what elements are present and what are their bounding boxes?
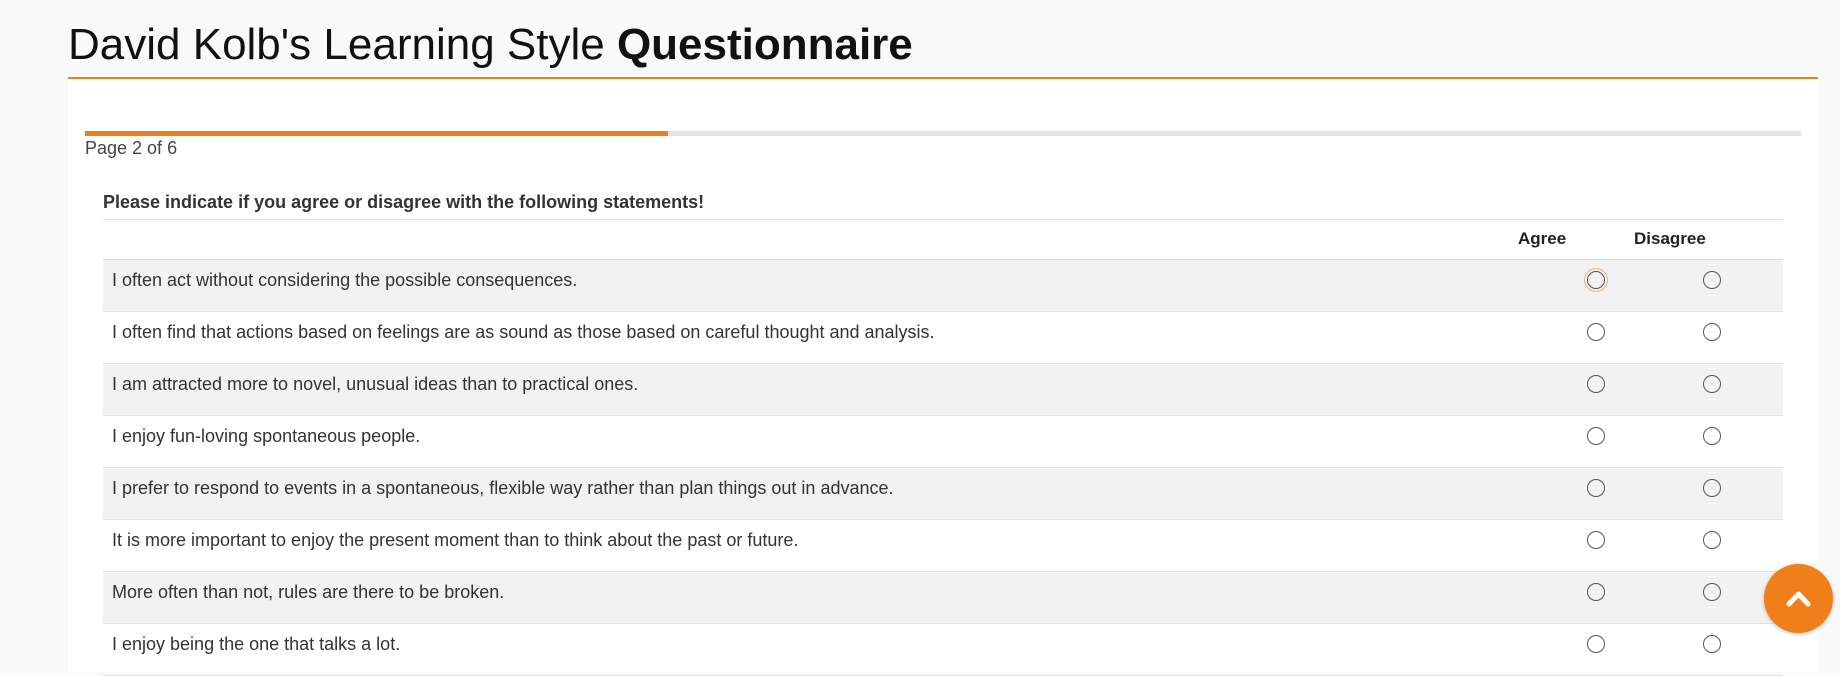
instructions: Please indicate if you agree or disagree…	[103, 185, 1783, 220]
question-text: More often than not, rules are there to …	[112, 582, 505, 602]
question-row: More often than not, rules are there to …	[103, 572, 1783, 624]
disagree-radio[interactable]	[1703, 323, 1721, 341]
agree-radio[interactable]	[1587, 635, 1605, 653]
question-row: I prefer to respond to events in a spont…	[103, 468, 1783, 520]
question-row: I enjoy being the one that talks a lot.	[103, 624, 1783, 676]
question-row: I enjoy fun-loving spontaneous people.	[103, 416, 1783, 468]
question-text: I often find that actions based on feeli…	[112, 322, 935, 342]
question-text: I often act without considering the poss…	[112, 270, 578, 290]
page-title-regular: David Kolb's Learning Style	[68, 20, 605, 69]
column-header-row: Agree Disagree	[103, 220, 1783, 260]
page-header: David Kolb's Learning Style Questionnair…	[68, 0, 1818, 79]
question-row: It is more important to enjoy the presen…	[103, 520, 1783, 572]
question-text: I prefer to respond to events in a spont…	[112, 478, 894, 498]
page-title: David Kolb's Learning Style Questionnair…	[68, 19, 913, 71]
agree-radio[interactable]	[1587, 531, 1605, 549]
question-text: I am attracted more to novel, unusual id…	[112, 374, 639, 394]
question-text: I enjoy fun-loving spontaneous people.	[112, 426, 421, 446]
disagree-radio[interactable]	[1703, 271, 1721, 289]
agree-radio[interactable]	[1584, 268, 1608, 292]
scroll-to-top-button[interactable]	[1764, 564, 1833, 633]
agree-radio[interactable]	[1587, 427, 1605, 445]
progress-fill	[85, 131, 669, 136]
disagree-radio[interactable]	[1703, 583, 1721, 601]
column-header-disagree: Disagree	[1634, 229, 1706, 248]
disagree-radio[interactable]	[1703, 479, 1721, 497]
question-text: I enjoy being the one that talks a lot.	[112, 634, 401, 654]
question-matrix: Please indicate if you agree or disagree…	[103, 185, 1783, 676]
chevron-up-icon	[1786, 591, 1811, 607]
question-row: I often find that actions based on feeli…	[103, 312, 1783, 364]
question-text: It is more important to enjoy the presen…	[112, 530, 799, 550]
agree-radio[interactable]	[1587, 323, 1605, 341]
disagree-radio[interactable]	[1703, 635, 1721, 653]
progress-bar	[85, 131, 1801, 136]
column-header-agree: Agree	[1518, 229, 1567, 248]
page-title-bold: Questionnaire	[616, 20, 913, 69]
agree-radio[interactable]	[1587, 583, 1605, 601]
agree-radio[interactable]	[1587, 375, 1605, 393]
questionnaire-panel: Page 2 of 6 Please indicate if you agree…	[68, 79, 1818, 676]
agree-radio[interactable]	[1587, 479, 1605, 497]
disagree-radio[interactable]	[1703, 427, 1721, 445]
disagree-radio[interactable]	[1703, 531, 1721, 549]
question-row: I often act without considering the poss…	[103, 260, 1783, 312]
page-indicator: Page 2 of 6	[85, 138, 178, 158]
question-row: I am attracted more to novel, unusual id…	[103, 364, 1783, 416]
disagree-radio[interactable]	[1703, 375, 1721, 393]
